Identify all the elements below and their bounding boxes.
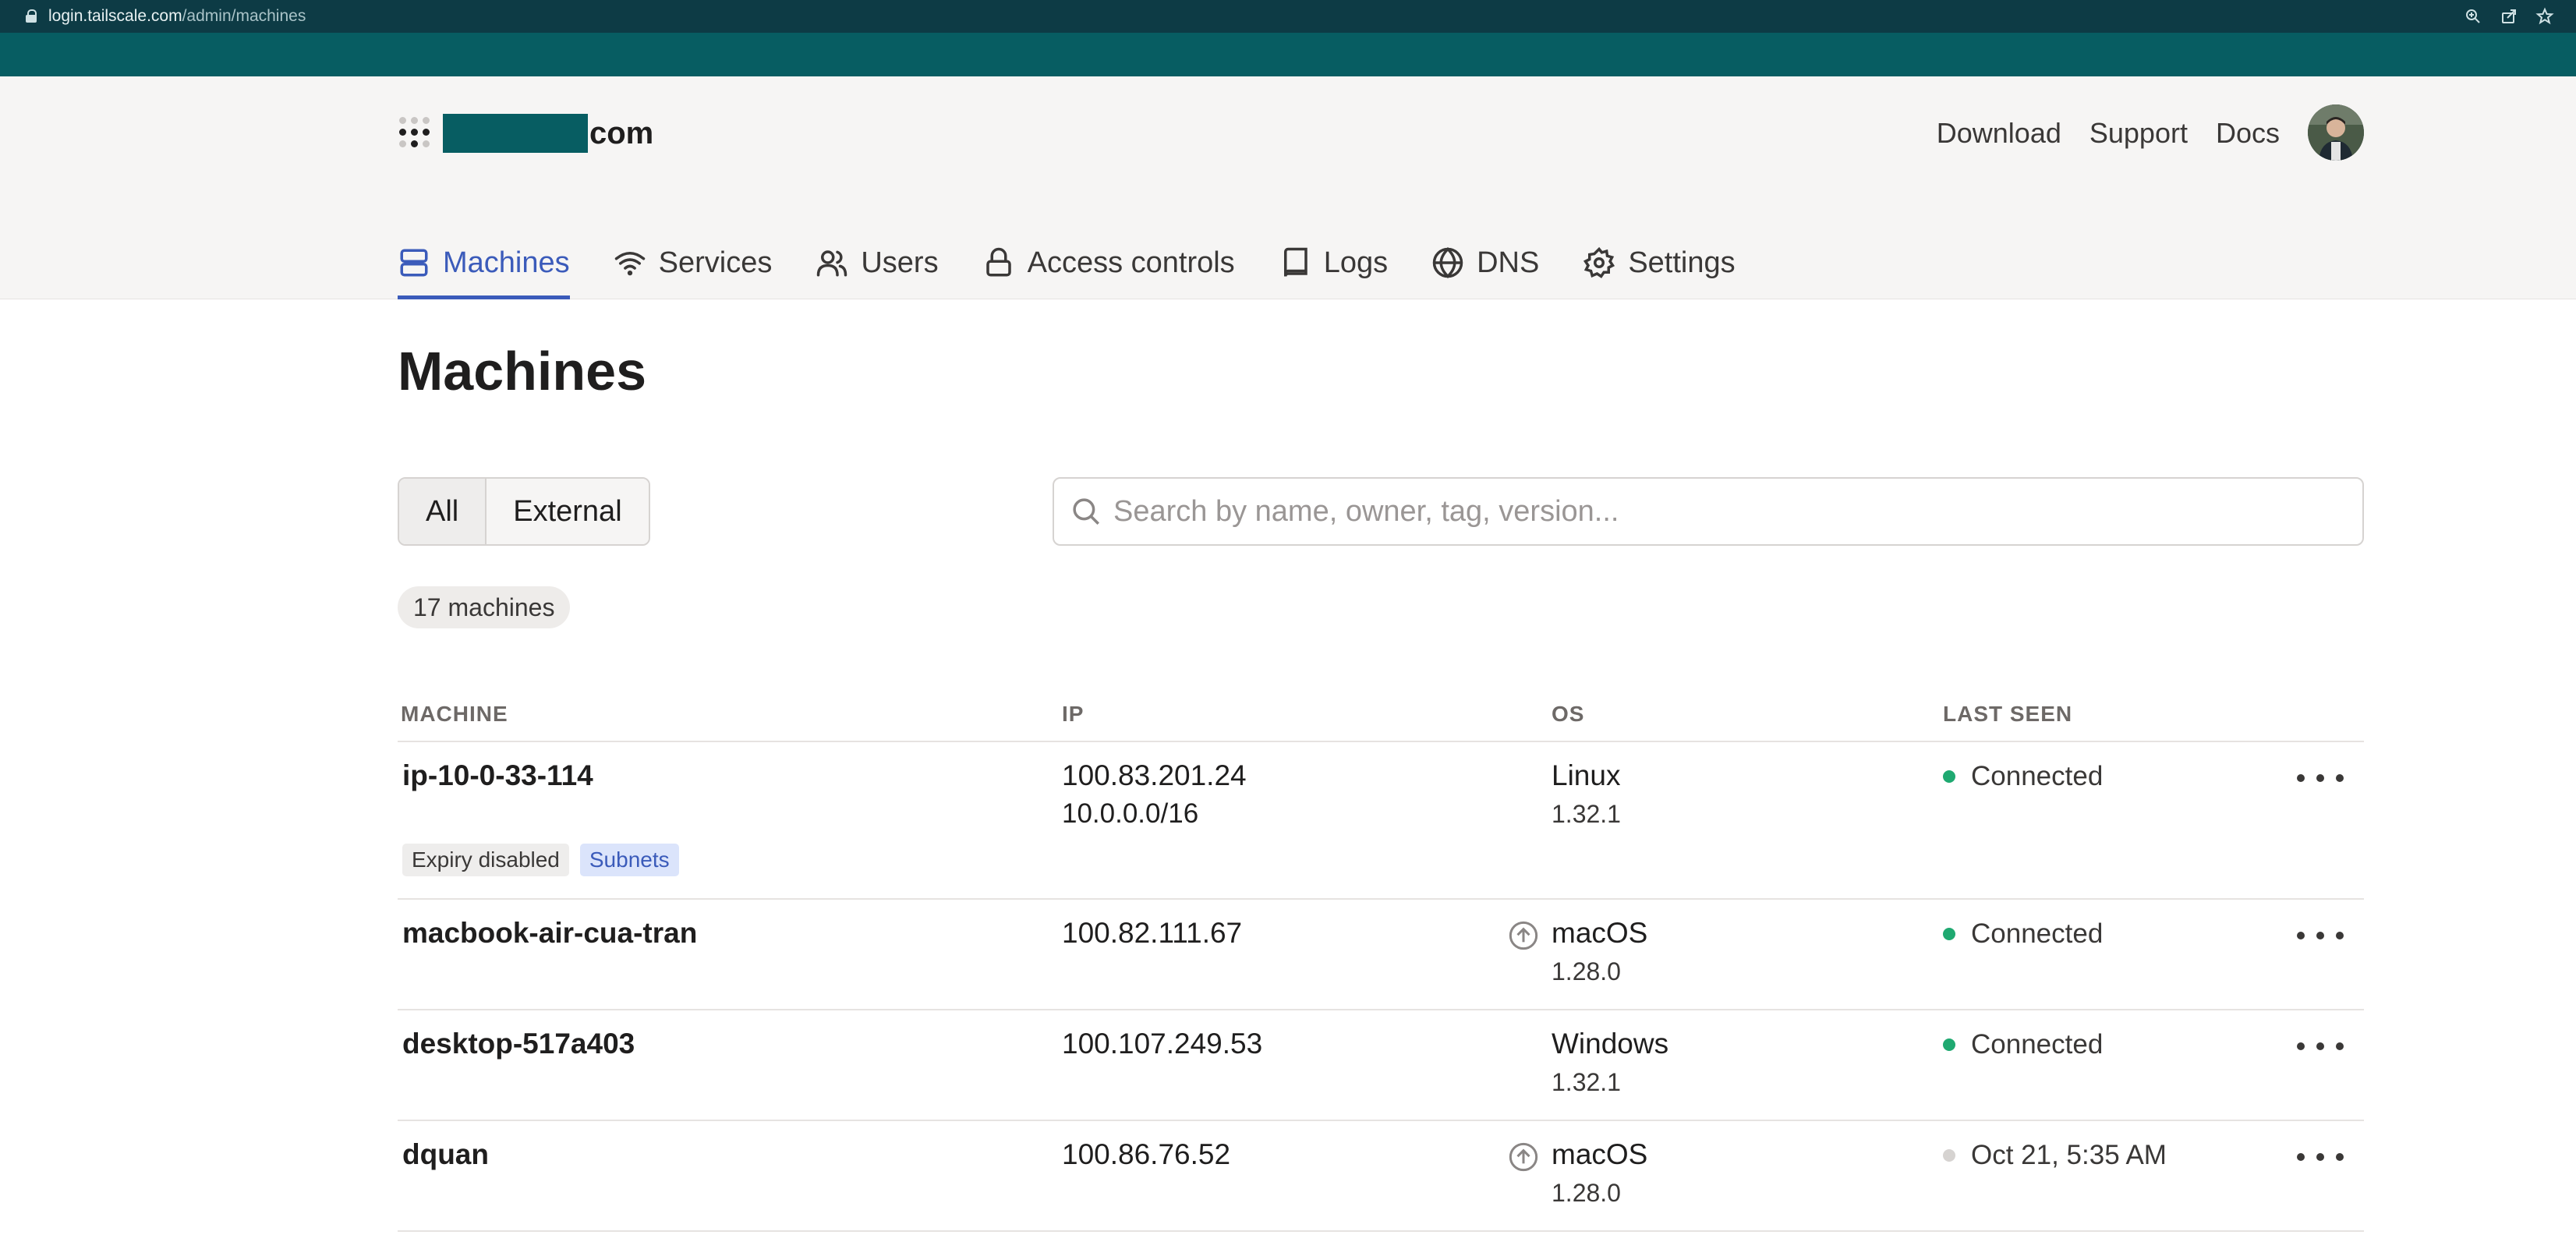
status-text: Oct 21, 5:35 AM [1971,1140,2167,1170]
status-dot [1943,770,1955,783]
tab-label: Logs [1323,246,1389,279]
tab-label: Services [658,246,773,279]
tab-machines[interactable]: Machines [398,226,570,299]
support-link[interactable]: Support [2089,117,2188,150]
status-dot [1943,1149,1955,1162]
machine-filter: All External [398,477,650,546]
page-title: Machines [398,341,646,402]
filter-all-button[interactable]: All [399,479,487,544]
status-text: Connected [1971,918,2104,949]
machine-name[interactable]: macbook-air-cua-tran [402,917,697,950]
column-header-last-seen[interactable]: LAST SEEN [1943,702,2072,727]
org-name-redacted [443,114,588,153]
wifi-icon [614,252,645,276]
machine-os-version: 1.32.1 [1552,800,1621,828]
machine-os-version: 1.32.1 [1552,1068,1621,1096]
machine-ip[interactable]: 100.83.201.24 [1062,759,1247,792]
machine-os: Linux [1552,759,1621,791]
machine-os-version: 1.28.0 [1552,1179,1621,1207]
machine-name[interactable]: dquan [402,1138,489,1171]
search-icon [1073,498,1099,525]
table-row[interactable]: ip-10-0-33-114 Expiry disabled Subnets 1… [398,742,2364,900]
machine-os-version: 1.28.0 [1552,957,1621,985]
url-path: /admin/machines [182,7,306,25]
machine-ip[interactable]: 100.86.76.52 [1062,1138,1230,1171]
tab-access-controls[interactable]: Access controls [982,226,1235,299]
expiry-disabled-badge: Expiry disabled [402,844,569,876]
zoom-icon[interactable] [2464,7,2482,26]
tab-label: DNS [1477,246,1540,279]
docs-link[interactable]: Docs [2216,117,2280,150]
tailscale-logo-icon[interactable] [399,117,430,148]
filter-external-button[interactable]: External [487,479,649,544]
tab-users[interactable]: Users [816,226,939,299]
status-dot [1943,1038,1955,1051]
machine-os: macOS [1552,1138,1648,1170]
column-header-machine[interactable]: MACHINE [401,702,508,727]
table-header: MACHINE IP OS LAST SEEN [398,692,2364,742]
table-row[interactable]: desktop-517a403 100.107.249.53 Windows 1… [398,1010,2364,1121]
machine-status: Connected [1943,1029,2103,1060]
more-menu-button[interactable] [2297,1141,2344,1173]
browser-address-bar[interactable]: login.tailscale.com/admin/machines [0,0,2576,33]
users-icon [817,250,847,277]
machine-ip[interactable]: 100.82.111.67 [1062,917,1242,950]
machine-count-badge: 17 machines [398,586,571,628]
tab-label: Machines [443,246,570,279]
tab-label: Users [861,246,939,279]
status-text: Connected [1971,761,2104,791]
machine-status: Connected [1943,761,2103,792]
url-text[interactable]: login.tailscale.com/admin/machines [48,7,306,26]
share-icon[interactable] [2500,7,2518,26]
main-nav: Machines Services Users Access controls … [398,226,1779,299]
url-host: login.tailscale.com [48,7,182,25]
machine-status: Oct 21, 5:35 AM [1943,1140,2167,1171]
arrow-up-circle-icon[interactable] [1508,920,1539,951]
org-name-suffix: com [589,116,654,150]
machine-name[interactable]: ip-10-0-33-114 [402,759,593,792]
more-menu-button[interactable] [2297,1031,2344,1062]
subnets-badge: Subnets [579,844,679,876]
machine-os: macOS [1552,917,1648,949]
lock-icon [985,247,1011,277]
book-icon [1283,247,1307,277]
machine-ip[interactable]: 100.107.249.53 [1062,1028,1262,1060]
machines-table: MACHINE IP OS LAST SEEN ip-10-0-33-114 E… [398,692,2364,1232]
search-box [1053,477,2364,546]
browser-actions [2464,0,2554,33]
header-links: Download Support Docs [1937,114,2280,153]
tab-label: Settings [1628,246,1736,279]
tab-label: Access controls [1027,246,1235,279]
table-row[interactable]: dquan 100.86.76.52 macOS 1.28.0 Oct 21, … [398,1121,2364,1232]
machine-status: Connected [1943,918,2103,950]
status-dot [1943,928,1955,940]
tab-settings[interactable]: Settings [1583,226,1736,299]
more-menu-button[interactable] [2297,920,2344,951]
tab-services[interactable]: Services [614,226,773,299]
globe-icon [1432,247,1463,278]
column-header-os[interactable]: OS [1552,702,1584,727]
gear-icon [1583,246,1615,278]
star-icon[interactable] [2535,7,2554,26]
tab-logs[interactable]: Logs [1279,226,1388,299]
status-text: Connected [1971,1029,2104,1060]
lock-icon [25,9,37,23]
table-row[interactable]: macbook-air-cua-tran 100.82.111.67 macOS… [398,900,2364,1010]
arrow-up-circle-icon[interactable] [1508,1141,1539,1173]
avatar[interactable] [2308,104,2364,161]
tab-dns[interactable]: DNS [1431,226,1539,299]
server-icon [400,249,428,277]
machine-tags: Expiry disabled Subnets [402,844,679,876]
more-menu-button[interactable] [2297,762,2344,794]
machine-os: Windows [1552,1028,1669,1060]
machine-name[interactable]: desktop-517a403 [402,1028,635,1060]
machine-subnet[interactable]: 10.0.0.0/16 [1062,798,1198,830]
search-input[interactable] [1113,494,2362,529]
top-banner [0,33,2576,76]
column-header-ip[interactable]: IP [1062,702,1084,727]
download-link[interactable]: Download [1937,117,2061,150]
